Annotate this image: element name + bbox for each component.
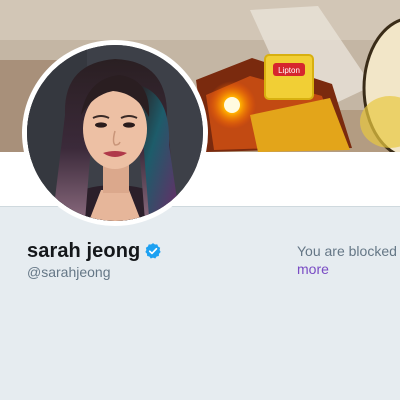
profile-name-row: sarah jeong	[27, 238, 162, 264]
avatar[interactable]	[22, 40, 208, 226]
profile-name[interactable]: sarah jeong	[27, 240, 140, 263]
learn-more-link[interactable]: more	[297, 261, 329, 277]
tea-tag-text: Lipton	[278, 66, 300, 75]
verified-badge-icon	[144, 242, 162, 260]
profile-handle: @sarahjeong	[27, 264, 111, 280]
blocked-notice: You are blocked fr	[297, 243, 400, 259]
avatar-photo	[27, 45, 203, 221]
